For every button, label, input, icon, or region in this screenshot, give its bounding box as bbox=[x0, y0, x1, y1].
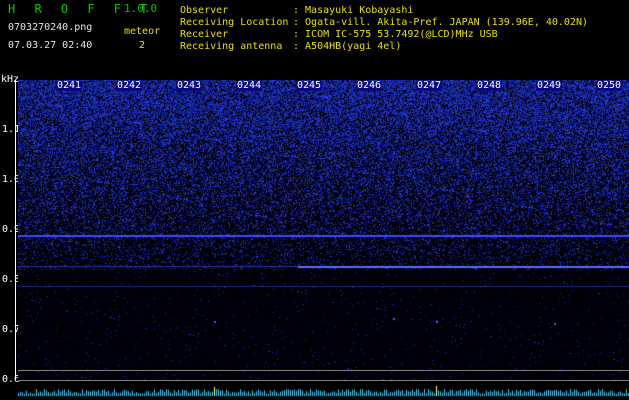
time-marker-0250: 0250 bbox=[596, 80, 623, 91]
header-panel: H R O F F T 1.0.0 0703270240.png 07.03.2… bbox=[0, 0, 629, 80]
capture-datetime: 07.03.27 02:40 bbox=[8, 40, 93, 51]
app-version: 1.0.0 bbox=[124, 2, 158, 15]
info-key-receiver: Receiver bbox=[180, 29, 229, 40]
info-value-receiver: : ICOM IC-575 53.7492(@LCD)MHz USB bbox=[293, 29, 498, 40]
meteor-count: 2 bbox=[139, 40, 146, 51]
time-marker-0242: 0242 bbox=[116, 80, 143, 91]
info-value-observer: : Masayuki Kobayashi bbox=[293, 5, 414, 16]
meteor-label: meteor bbox=[124, 26, 161, 37]
spectrogram bbox=[18, 80, 629, 380]
lower-guide-line bbox=[18, 370, 629, 371]
time-marker-0244: 0244 bbox=[236, 80, 263, 91]
time-marker-0243: 0243 bbox=[176, 80, 203, 91]
info-key-observer: Observer bbox=[180, 5, 229, 16]
signal-trace bbox=[18, 386, 629, 400]
info-value-antenna: : A504HB(yagi 4el) bbox=[293, 41, 402, 52]
info-value-location: : Ogata-vill. Akita-Pref. JAPAN (139.96E… bbox=[293, 17, 589, 28]
y-axis-line bbox=[15, 80, 16, 380]
time-marker-0241: 0241 bbox=[56, 80, 83, 91]
y-axis-unit: kHz bbox=[1, 74, 20, 85]
time-marker-0248: 0248 bbox=[476, 80, 503, 91]
time-marker-0249: 0249 bbox=[536, 80, 563, 91]
time-marker-0246: 0246 bbox=[356, 80, 383, 91]
info-key-location: Receiving Location bbox=[180, 17, 289, 28]
time-marker-0245: 0245 bbox=[296, 80, 323, 91]
info-key-antenna: Receiving antenna bbox=[180, 41, 283, 52]
trace-baseline bbox=[18, 380, 629, 381]
file-name: 0703270240.png bbox=[8, 22, 93, 33]
time-marker-0247: 0247 bbox=[416, 80, 443, 91]
